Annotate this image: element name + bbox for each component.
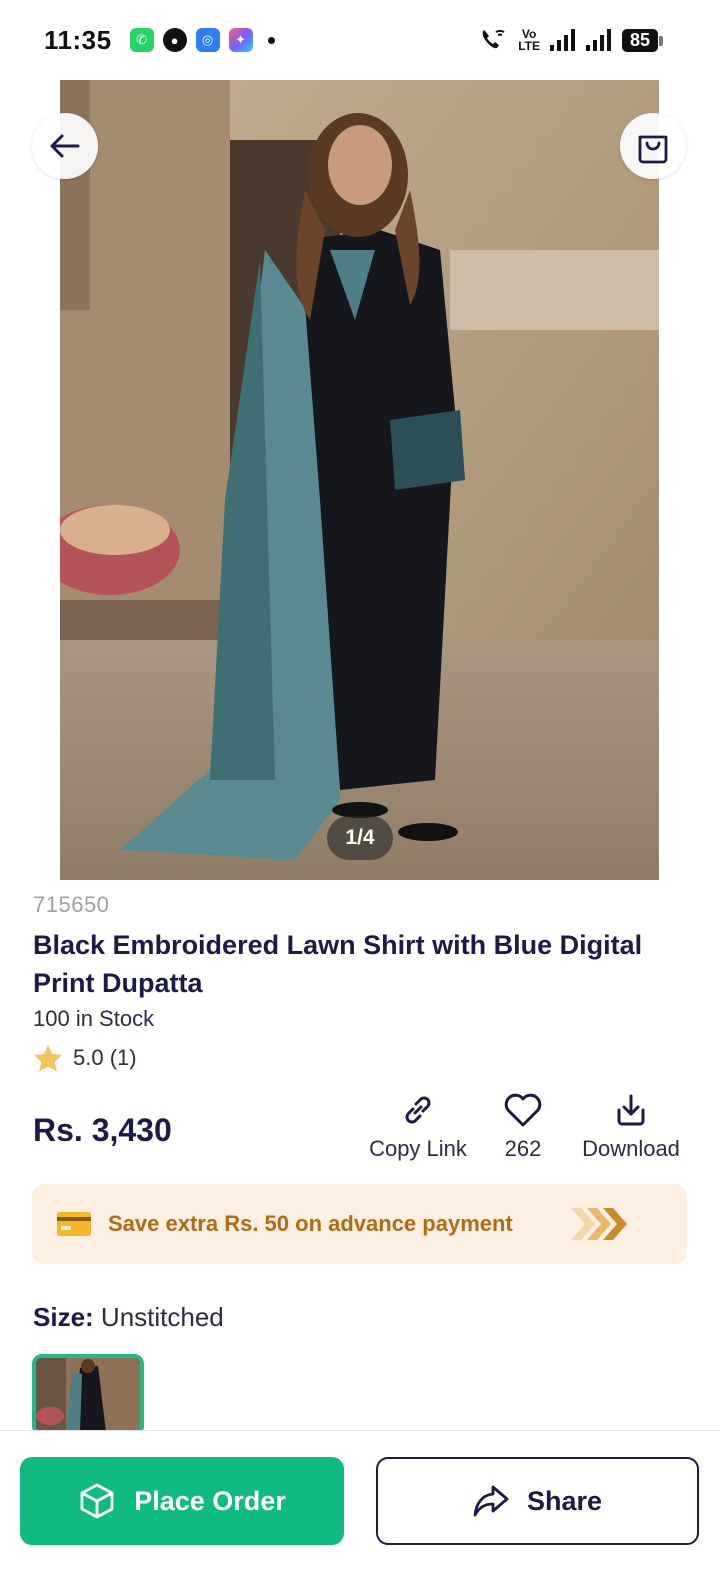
size-label: Size: (33, 1302, 94, 1332)
status-app-icons: ✆ ● ◎ ✦ (129, 28, 275, 52)
rating-text: 5.0 (1) (73, 1045, 137, 1070)
whatsapp-icon: ✆ (129, 28, 154, 52)
status-time: 11:35 (44, 24, 112, 55)
star-icon (34, 1045, 62, 1072)
copy-link-button[interactable]: Copy Link (364, 1092, 472, 1162)
size-row: Size: Unstitched (33, 1302, 224, 1333)
status-indicators: Vo LTE 85 (478, 26, 664, 54)
volte-indicator: Vo LTE (518, 28, 540, 52)
product-price: Rs. 3,430 (33, 1112, 172, 1148)
link-icon (405, 1096, 431, 1124)
bottom-action-bar: Place Order Share (0, 1430, 720, 1570)
stock-status: 100 in Stock (33, 1006, 155, 1031)
status-bar: 11:35 ✆ ● ◎ ✦ Vo LTE 85 (0, 0, 720, 80)
cart-button[interactable] (620, 113, 686, 179)
credit-card-icon (57, 1212, 91, 1236)
size-thumbnail-image (36, 1358, 140, 1432)
app-icon: ◎ (195, 28, 220, 52)
share-button[interactable]: Share (376, 1457, 699, 1545)
back-button[interactable] (32, 113, 98, 179)
shopping-bag-icon (638, 135, 668, 164)
advance-payment-banner[interactable]: Save extra Rs. 50 on advance payment (32, 1184, 687, 1264)
chevrons-right-icon (571, 1208, 627, 1240)
arrow-left-icon (50, 134, 80, 158)
product-sku: 715650 (33, 892, 110, 917)
wishlist-button[interactable]: 262 (496, 1092, 550, 1162)
product-title: Black Embroidered Lawn Shirt with Blue D… (33, 930, 643, 998)
place-order-label: Place Order (134, 1485, 286, 1516)
notification-dot-icon (267, 36, 275, 44)
promo-text: Save extra Rs. 50 on advance payment (108, 1211, 513, 1236)
copy-link-label: Copy Link (369, 1136, 467, 1161)
gallery-icon: ✦ (228, 28, 253, 52)
size-option-thumbnail[interactable] (32, 1354, 144, 1436)
battery-indicator: 85 (621, 28, 664, 52)
signal-icon (549, 29, 575, 51)
download-icon (617, 1094, 645, 1126)
volte-bottom-text: LTE (518, 39, 540, 53)
download-label: Download (582, 1136, 680, 1161)
product-rating[interactable]: 5.0 (1) (33, 1044, 137, 1072)
like-count: 262 (504, 1136, 542, 1161)
signal-icon-2 (585, 29, 611, 51)
wifi-call-icon (482, 29, 505, 49)
heart-icon (504, 1093, 542, 1127)
download-button[interactable]: Download (574, 1092, 688, 1162)
box-icon (80, 1483, 114, 1519)
product-photo (60, 80, 659, 880)
image-pager: 1/4 (327, 816, 393, 860)
messenger-icon: ● (162, 28, 187, 52)
size-value: Unstitched (100, 1302, 224, 1332)
share-label: Share (526, 1485, 603, 1516)
share-arrow-icon (473, 1485, 509, 1517)
place-order-button[interactable]: Place Order (20, 1457, 344, 1545)
product-image[interactable] (60, 80, 659, 880)
